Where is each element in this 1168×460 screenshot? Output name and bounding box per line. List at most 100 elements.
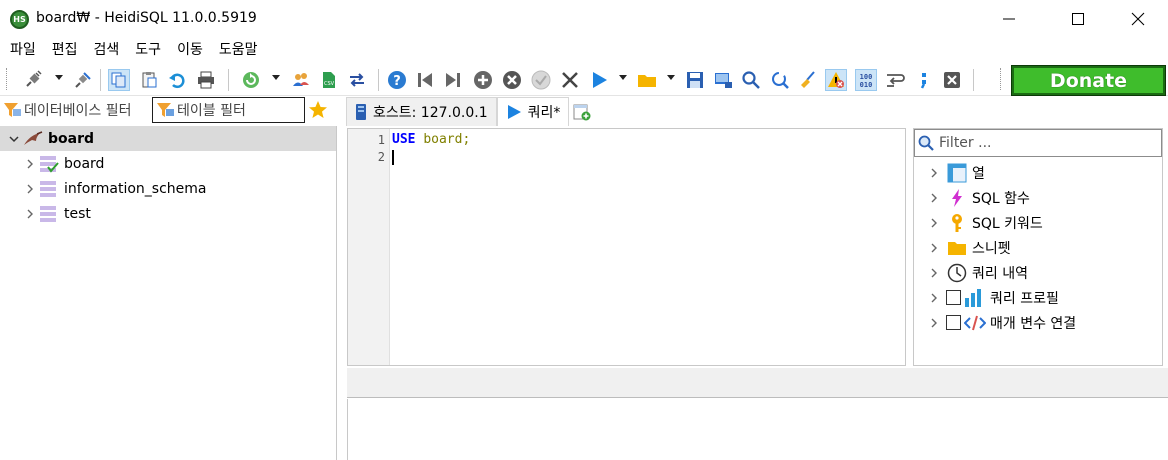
close-tab-button[interactable] [941, 69, 963, 91]
refresh-dropdown-arrow[interactable] [272, 75, 280, 80]
menu-search[interactable]: 검색 [86, 38, 128, 62]
sync-button[interactable] [346, 69, 368, 91]
tree-node-board[interactable]: board [0, 151, 336, 176]
user-manager-button[interactable] [290, 69, 312, 91]
replace-button[interactable] [769, 69, 791, 91]
session-dropdown-arrow[interactable] [55, 75, 63, 80]
cancel-edit-button[interactable] [559, 69, 581, 91]
help-button[interactable]: ? [386, 69, 408, 91]
helper-item-sql-functions[interactable]: SQL 함수 [926, 185, 1030, 210]
format-sql-button[interactable] [797, 69, 819, 91]
find-button[interactable] [740, 69, 762, 91]
star-icon [309, 101, 327, 118]
svg-text:100: 100 [860, 73, 873, 81]
chevron-right-icon[interactable] [22, 156, 38, 172]
main-toolbar: CSV ? 100 010 [0, 62, 1168, 96]
wrap-lines-button[interactable] [884, 69, 906, 91]
refresh-button[interactable] [240, 69, 262, 91]
helper-item-bind-parameters[interactable]: 매개 변수 연결 [926, 310, 1076, 335]
skip-first-icon [418, 73, 432, 87]
delete-record-button[interactable] [501, 69, 523, 91]
tree-node-root[interactable]: board [0, 126, 336, 151]
query-profile-checkbox[interactable] [946, 290, 961, 305]
chevron-right-icon[interactable] [22, 181, 38, 197]
helper-item-label: SQL 함수 [972, 190, 1030, 207]
chevron-right-icon[interactable] [926, 315, 942, 331]
session-manager-button[interactable] [22, 69, 44, 91]
helper-item-snippets[interactable]: 스니펫 [926, 235, 1011, 260]
log-semicolon-button[interactable] [913, 69, 935, 91]
tree-node-test[interactable]: test [0, 201, 336, 226]
chevron-right-icon[interactable] [926, 265, 942, 281]
close-icon [1131, 12, 1145, 26]
open-file-button[interactable] [636, 69, 658, 91]
new-query-tab-button[interactable] [569, 97, 595, 126]
paste-button[interactable] [138, 69, 160, 91]
monitor-icon [715, 73, 732, 88]
disconnect-button[interactable] [72, 69, 94, 91]
sql-editor[interactable]: 1 2 USE board; [347, 128, 906, 366]
helper-item-columns[interactable]: 열 [926, 160, 985, 185]
menu-edit[interactable]: 편집 [44, 38, 86, 62]
menu-go[interactable]: 이동 [169, 38, 211, 62]
open-file-dropdown-arrow[interactable] [667, 75, 675, 80]
undo-button[interactable] [166, 69, 188, 91]
copy-button[interactable] [108, 69, 130, 91]
bar-chart-icon [964, 288, 986, 308]
chevron-right-icon[interactable] [926, 290, 942, 306]
chevron-right-icon[interactable] [22, 206, 38, 222]
binary-hex-button[interactable]: 100 010 [855, 69, 877, 91]
export-csv-button[interactable]: CSV [318, 69, 340, 91]
help-icon: ? [388, 71, 406, 89]
paste-icon [142, 72, 157, 88]
users-icon [293, 73, 309, 86]
favorites-button[interactable] [307, 99, 329, 121]
minimize-button[interactable] [986, 0, 1032, 38]
stop-on-errors-button[interactable] [825, 69, 847, 91]
tree-node-information-schema[interactable]: information_schema [0, 176, 336, 201]
donate-button[interactable]: Donate [1011, 65, 1166, 96]
warning-icon [828, 72, 844, 88]
run-query-button[interactable] [588, 69, 610, 91]
menu-help[interactable]: 도움말 [211, 38, 266, 62]
result-panel-splitter[interactable] [347, 368, 1168, 398]
insert-record-button[interactable] [472, 69, 494, 91]
database-filter[interactable]: 데이터베이스 필터 [0, 97, 152, 123]
result-panel [347, 399, 1168, 460]
toolbar-grip[interactable] [6, 68, 9, 90]
plug-icon [26, 70, 42, 87]
x-icon [562, 72, 578, 88]
helper-item-query-history[interactable]: 쿼리 내역 [926, 260, 1028, 285]
chevron-right-icon[interactable] [926, 190, 942, 206]
table-filter[interactable]: 테이블 필터 [152, 97, 305, 123]
chevron-right-icon[interactable] [926, 240, 942, 256]
save-snippet-button[interactable] [712, 69, 734, 91]
save-button[interactable] [684, 69, 706, 91]
funnel-icon [155, 100, 177, 120]
bind-parameters-checkbox[interactable] [946, 315, 961, 330]
chevron-right-icon[interactable] [926, 215, 942, 231]
tab-query[interactable]: 쿼리* [496, 97, 570, 126]
plus-circle-icon [474, 71, 492, 89]
arrows-exchange-icon [350, 73, 364, 87]
menu-file[interactable]: 파일 [2, 38, 44, 62]
helper-item-sql-keywords[interactable]: SQL 키워드 [926, 210, 1043, 235]
post-record-button[interactable] [530, 69, 552, 91]
first-record-button[interactable] [414, 69, 436, 91]
run-dropdown-arrow[interactable] [619, 75, 627, 80]
line-number-gutter: 1 2 [348, 129, 390, 365]
close-button[interactable] [1115, 0, 1161, 38]
chevron-right-icon[interactable] [926, 165, 942, 181]
chevron-down-icon[interactable] [6, 131, 22, 147]
print-button[interactable] [195, 69, 217, 91]
helper-filter-input[interactable]: Filter ... [914, 129, 1162, 157]
menu-tools[interactable]: 도구 [127, 38, 169, 62]
last-record-button[interactable] [442, 69, 464, 91]
database-checked-icon [38, 154, 60, 174]
toolbar-grip[interactable] [1000, 68, 1003, 90]
minimize-icon [1003, 18, 1015, 20]
sql-identifier: board [423, 132, 463, 147]
helper-item-query-profile[interactable]: 쿼리 프로필 [926, 285, 1059, 310]
tab-host[interactable]: 호스트: 127.0.0.1 [346, 97, 497, 126]
maximize-button[interactable] [1055, 0, 1101, 38]
